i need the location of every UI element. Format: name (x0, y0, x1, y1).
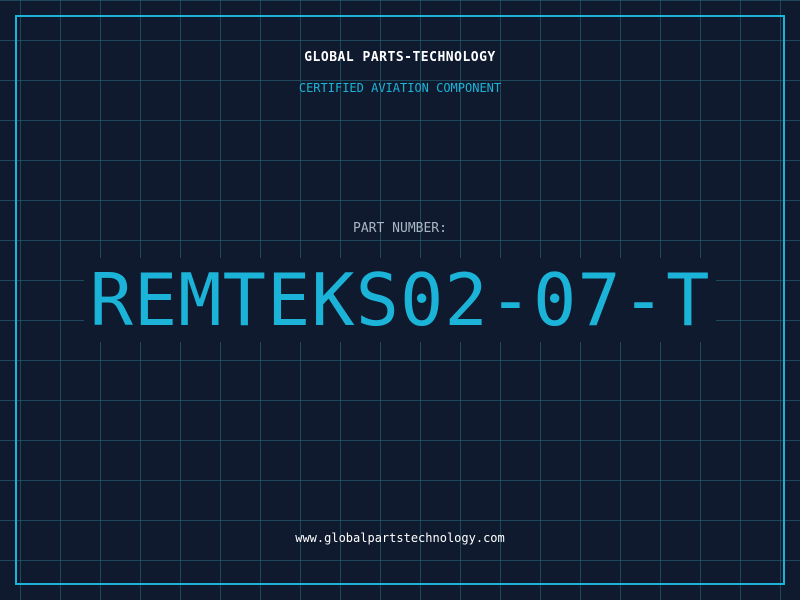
website-url: www.globalpartstechnology.com (295, 531, 505, 545)
grid-background: GLOBAL PARTS-TECHNOLOGY CERTIFIED AVIATI… (0, 0, 800, 600)
certification-subtitle: CERTIFIED AVIATION COMPONENT (298, 81, 502, 95)
brand-title: GLOBAL PARTS-TECHNOLOGY (304, 50, 496, 65)
part-number-label: PART NUMBER: (353, 221, 447, 236)
part-number-value: REMTEKS02-07-T (0, 258, 800, 342)
part-number-text: REMTEKS02-07-T (83, 258, 717, 342)
